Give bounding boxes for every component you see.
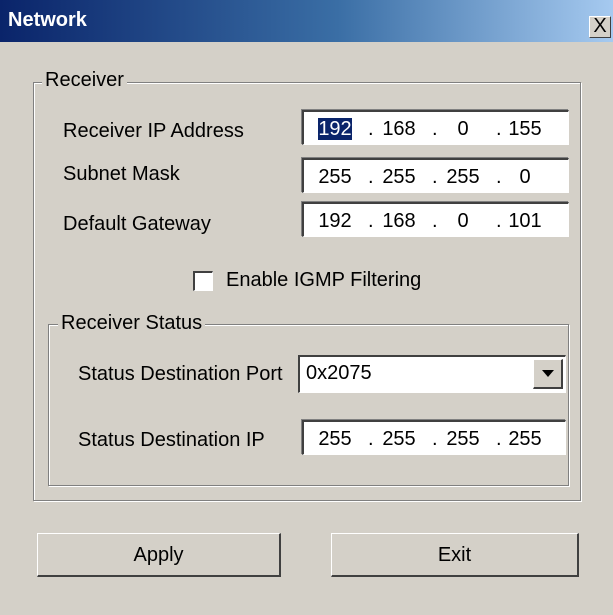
receiver-ip-octet-4[interactable]: 155: [502, 118, 548, 141]
close-icon: X: [593, 15, 607, 37]
subnet-octet-2[interactable]: 255: [376, 166, 422, 189]
gateway-octet-3[interactable]: 0: [440, 210, 486, 233]
status-port-value: 0x2075: [306, 362, 372, 384]
title-bar: Network X: [0, 0, 613, 42]
receiver-ip-octet-2[interactable]: 168: [376, 118, 422, 141]
subnet-octet-3[interactable]: 255: [440, 166, 486, 189]
apply-button-label: Apply: [133, 544, 184, 566]
status-ip-octet-2[interactable]: 255: [376, 428, 422, 451]
igmp-filtering-checkbox[interactable]: [193, 271, 213, 291]
igmp-filtering-label[interactable]: Enable IGMP Filtering: [226, 269, 421, 292]
receiver-ip-octet-1[interactable]: 192: [312, 118, 358, 141]
ip-dot: .: [432, 166, 438, 188]
apply-button[interactable]: Apply: [37, 533, 281, 577]
chevron-down-icon: [542, 370, 554, 377]
ip-dot: .: [432, 210, 438, 232]
ip-dot: .: [496, 118, 502, 140]
subnet-mask-label: Subnet Mask: [63, 163, 180, 185]
window-title: Network: [8, 9, 87, 31]
ip-dot: .: [368, 210, 374, 232]
ip-dot: .: [496, 166, 502, 188]
receiver-ip-field[interactable]: 192 . 168 . 0 . 155: [302, 110, 569, 145]
close-button[interactable]: X: [589, 16, 611, 38]
default-gateway-label: Default Gateway: [63, 213, 211, 235]
status-ip-octet-3[interactable]: 255: [440, 428, 486, 451]
receiver-status-legend: Receiver Status: [58, 312, 206, 335]
receiver-legend: Receiver: [42, 69, 127, 92]
ip-dot: .: [368, 166, 374, 188]
gateway-octet-4[interactable]: 101: [502, 210, 548, 233]
ip-dot: .: [496, 210, 502, 232]
receiver-status-group: [48, 324, 569, 486]
exit-button-label: Exit: [437, 544, 472, 566]
ip-dot: .: [432, 428, 438, 450]
ip-dot: .: [368, 428, 374, 450]
status-port-select[interactable]: 0x2075: [298, 355, 566, 393]
ip-dot: .: [368, 118, 374, 140]
receiver-ip-label: Receiver IP Address: [63, 120, 244, 142]
status-ip-field[interactable]: 255 . 255 . 255 . 255: [302, 420, 566, 455]
subnet-octet-4[interactable]: 0: [502, 166, 548, 189]
status-ip-label: Status Destination IP: [78, 429, 265, 451]
status-ip-octet-1[interactable]: 255: [312, 428, 358, 451]
status-ip-octet-4[interactable]: 255: [502, 428, 548, 451]
receiver-ip-octet-3[interactable]: 0: [440, 118, 486, 141]
default-gateway-field[interactable]: 192 . 168 . 0 . 101: [302, 202, 569, 237]
subnet-mask-field[interactable]: 255 . 255 . 255 . 0: [302, 158, 569, 193]
exit-button[interactable]: Exit: [331, 533, 579, 577]
gateway-octet-1[interactable]: 192: [312, 210, 358, 233]
ip-dot: .: [496, 428, 502, 450]
gateway-octet-2[interactable]: 168: [376, 210, 422, 233]
status-port-label: Status Destination Port: [78, 363, 283, 385]
status-port-dropdown-button[interactable]: [533, 359, 563, 389]
subnet-octet-1[interactable]: 255: [312, 166, 358, 189]
ip-dot: .: [432, 118, 438, 140]
